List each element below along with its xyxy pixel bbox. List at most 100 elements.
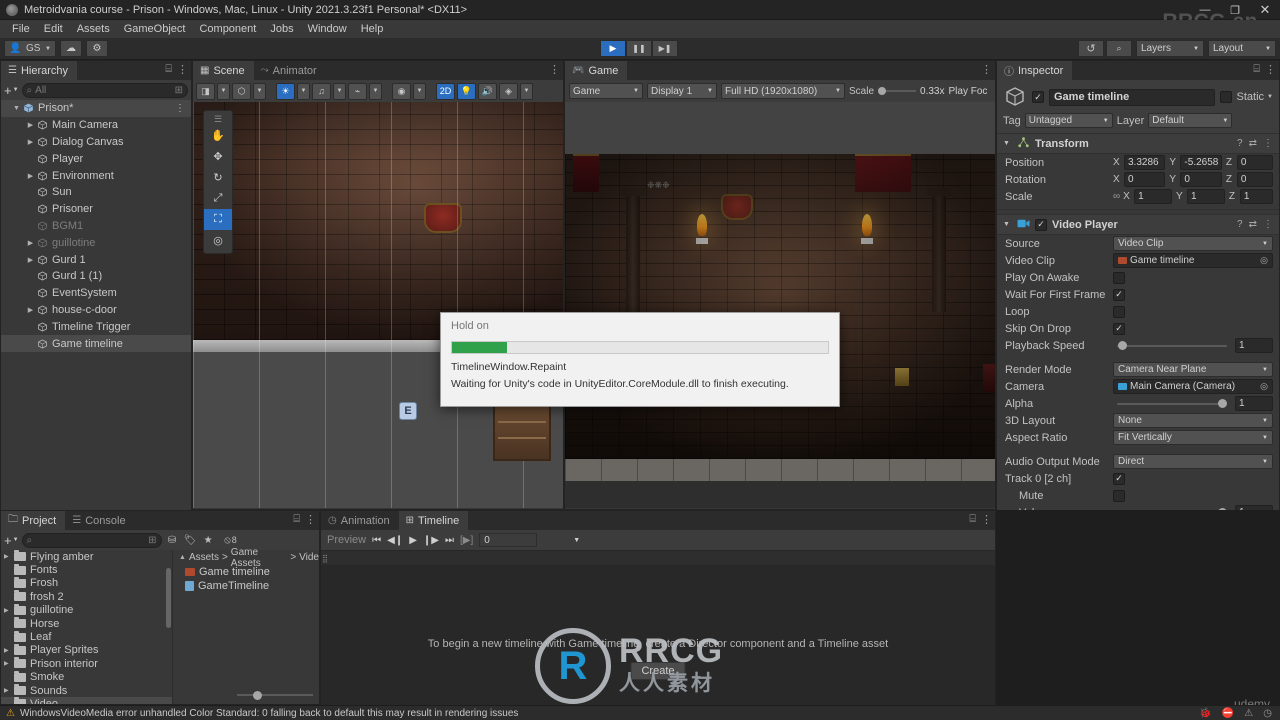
preset-icon[interactable]: ⇄ bbox=[1249, 138, 1257, 149]
menu-item-gameobject[interactable]: GameObject bbox=[117, 20, 193, 38]
scene-gizmos-toggle-button[interactable]: ◈ bbox=[499, 82, 518, 100]
breadcrumb-item[interactable]: Assets bbox=[189, 552, 219, 563]
mute-checkbox[interactable] bbox=[1113, 489, 1125, 502]
tab-inspector[interactable]: ⓘ Inspector bbox=[997, 61, 1073, 80]
object-picker-icon[interactable]: ◎ bbox=[1260, 381, 1268, 392]
kebab-icon[interactable]: ⋮ bbox=[981, 513, 992, 526]
breadcrumb-item[interactable]: Vide bbox=[299, 552, 319, 563]
position-x-field[interactable]: 0 bbox=[1124, 172, 1166, 187]
source-dropdown[interactable]: Video Clip ▼ bbox=[1113, 236, 1273, 251]
hierarchy-item-dialog-canvas[interactable]: ▶ Dialog Canvas bbox=[1, 134, 191, 151]
kebab-icon[interactable]: ⋮ bbox=[1263, 138, 1273, 149]
scene-scene-visibility-dropdown[interactable]: ▼ bbox=[413, 82, 426, 100]
project-folder-tree[interactable]: ▶ Flying amber Fonts Frosh frosh 2 ▶ guillotin… bbox=[1, 550, 173, 704]
position-x-field[interactable]: 1 bbox=[1134, 189, 1172, 204]
playback-speed-value-field[interactable]: 1 bbox=[1235, 338, 1273, 353]
account-dropdown[interactable]: 👤 GS ▼ bbox=[4, 40, 56, 57]
aspect-ratio-dropdown[interactable]: Fit Vertically ▼ bbox=[1113, 430, 1273, 445]
project-asset-list[interactable]: Game timeline GameTimeline bbox=[173, 565, 319, 593]
scene-shading-mode-dropdown[interactable]: ▼ bbox=[253, 82, 266, 100]
frame-field[interactable]: 0 bbox=[479, 533, 538, 547]
next-frame-button[interactable]: ❙▶ bbox=[423, 535, 439, 546]
hierarchy-item-game-timeline[interactable]: Game timeline bbox=[1, 335, 191, 352]
rotate-tool-button[interactable]: ↻ bbox=[204, 167, 232, 188]
kebab-icon[interactable]: ⋮ bbox=[305, 513, 316, 526]
transform-tool-button[interactable]: ◎ bbox=[204, 230, 232, 251]
scene-lighting-toggle-dropdown[interactable]: ▼ bbox=[297, 82, 310, 100]
hierarchy-item-eventsystem[interactable]: EventSystem bbox=[1, 285, 191, 302]
project-folder-prison-interior[interactable]: ▶ Prison interior bbox=[1, 657, 172, 670]
layer-dropdown[interactable]: Default ▼ bbox=[1148, 113, 1233, 128]
object-enabled-checkbox[interactable] bbox=[1032, 91, 1044, 103]
hierarchy-item-sun[interactable]: Sun bbox=[1, 184, 191, 201]
hierarchy-item-prisoner[interactable]: Prisoner bbox=[1, 201, 191, 218]
project-folder-guillotine[interactable]: ▶ guillotine bbox=[1, 603, 172, 617]
hierarchy-item-environment[interactable]: ▶ Environment bbox=[1, 167, 191, 184]
game-resolution-dropdown[interactable]: Full HD (1920x1080) ▼ bbox=[721, 83, 845, 99]
hierarchy-item-gurd-1[interactable]: ▶ Gurd 1 bbox=[1, 251, 191, 268]
move-tool-button[interactable]: ✥ bbox=[204, 146, 232, 167]
scene-scene-visibility-button[interactable]: ◉ bbox=[392, 82, 411, 100]
scene-light-toggle-button[interactable]: 💡 bbox=[457, 82, 476, 100]
hidden-packages-toggle[interactable]: ⦸ 8 bbox=[219, 533, 243, 548]
alpha-slider[interactable] bbox=[1113, 396, 1231, 411]
hand-tool-button[interactable]: ✋ bbox=[204, 125, 232, 146]
play-button[interactable]: ▶ bbox=[600, 40, 626, 57]
drag-handle-icon[interactable]: ⣿ bbox=[321, 554, 329, 563]
play-timeline-button[interactable]: ▶ bbox=[409, 535, 417, 546]
undo-history-button[interactable]: ↺ bbox=[1078, 40, 1104, 57]
bug-mute-icon[interactable]: 🐞 bbox=[1199, 708, 1211, 719]
render-mode-dropdown[interactable]: Camera Near Plane ▼ bbox=[1113, 362, 1273, 377]
loop-checkbox[interactable] bbox=[1113, 305, 1125, 318]
project-folder-player-sprites[interactable]: ▶ Player Sprites bbox=[1, 643, 172, 657]
project-folder-fonts[interactable]: Fonts bbox=[1, 563, 172, 576]
position-y-field[interactable]: -5.2658 bbox=[1180, 155, 1222, 170]
hierarchy-search-input[interactable]: ⌕ All ⊞ bbox=[21, 82, 188, 98]
chevron-right-icon[interactable]: ▶ bbox=[25, 138, 36, 146]
video-clip-object-field[interactable]: Game timeline ◎ bbox=[1113, 253, 1273, 268]
kebab-icon[interactable]: ⋮ bbox=[175, 103, 185, 114]
lock-icon[interactable]: ⌸ bbox=[293, 513, 300, 526]
kebab-icon[interactable]: ⋮ bbox=[981, 63, 992, 76]
label-filter-icon[interactable]: 🏷 bbox=[183, 533, 198, 548]
component-enabled-checkbox[interactable] bbox=[1035, 218, 1047, 231]
clock-icon[interactable]: ◷ bbox=[1263, 708, 1272, 719]
scale-tool-button[interactable]: ⤢ bbox=[204, 188, 232, 209]
static-checkbox[interactable] bbox=[1219, 91, 1232, 103]
layers-dropdown[interactable]: Layers ▼ bbox=[1136, 40, 1204, 57]
prev-frame-button[interactable]: ◀❙ bbox=[387, 535, 403, 546]
step-button[interactable]: ▶❚ bbox=[652, 40, 678, 57]
warn-mute-icon[interactable]: ⚠ bbox=[1244, 708, 1253, 719]
scene-audio-mute-button[interactable]: 🔊 bbox=[478, 82, 497, 100]
hierarchy-tree[interactable]: ▼ Prison* ⋮ ▶ Main Camera ▶ Dialog Canvas Playe… bbox=[1, 100, 191, 510]
position-y-field[interactable]: 1 bbox=[1187, 189, 1225, 204]
component-header-transform[interactable]: ▼ Transform? ⇄ ⋮ bbox=[997, 133, 1279, 154]
tab-game[interactable]: 🎮 Game bbox=[565, 61, 628, 80]
position-y-field[interactable]: 0 bbox=[1180, 172, 1222, 187]
static-dropdown[interactable]: Static ▼ bbox=[1237, 91, 1273, 103]
camera-object-field[interactable]: Main Camera (Camera) ◎ bbox=[1113, 379, 1273, 394]
position-z-field[interactable]: 0 bbox=[1236, 155, 1273, 170]
scene-lighting-toggle-button[interactable]: ☀ bbox=[276, 82, 295, 100]
menu-item-file[interactable]: File bbox=[5, 20, 37, 38]
position-x-field[interactable]: 3.3286 bbox=[1124, 155, 1166, 170]
scene-2d-toggle-button[interactable]: 2D bbox=[436, 82, 455, 100]
chevron-down-icon[interactable]: ▼ bbox=[573, 537, 580, 544]
first-frame-button[interactable]: ⏮ bbox=[372, 535, 381, 546]
hierarchy-item-bgm1[interactable]: BGM1 bbox=[1, 218, 191, 235]
volume-slider[interactable] bbox=[1113, 505, 1231, 510]
asset-item-gametimeline[interactable]: GameTimeline bbox=[173, 579, 319, 593]
chevron-up-icon[interactable]: ▲ bbox=[179, 554, 186, 561]
chevron-right-icon[interactable]: ▶ bbox=[25, 306, 36, 314]
star-filter-icon[interactable]: ★ bbox=[201, 533, 216, 548]
menu-item-jobs[interactable]: Jobs bbox=[263, 20, 300, 38]
alpha-value-field[interactable]: 1 bbox=[1235, 396, 1273, 411]
kebab-icon[interactable]: ⋮ bbox=[1263, 219, 1273, 230]
3d-layout-dropdown[interactable]: None ▼ bbox=[1113, 413, 1273, 428]
tab-animation[interactable]: ◷ Animation bbox=[321, 511, 399, 530]
position-z-field[interactable]: 0 bbox=[1236, 172, 1273, 187]
chevron-right-icon[interactable]: ▶ bbox=[25, 256, 36, 264]
hierarchy-item-player[interactable]: Player bbox=[1, 150, 191, 167]
rect-tool-button[interactable]: ⛶ bbox=[204, 209, 232, 230]
breadcrumb[interactable]: ▲ Assets > Game Assets > Vide bbox=[173, 547, 319, 569]
